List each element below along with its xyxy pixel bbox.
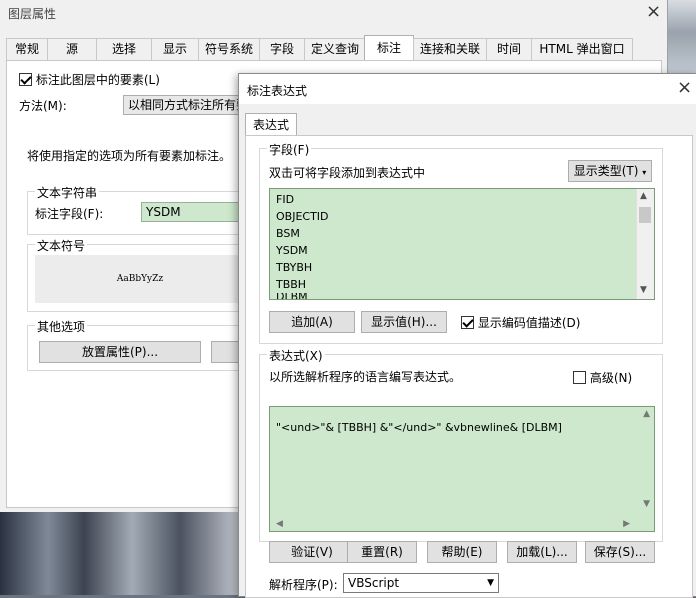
- list-item[interactable]: FID: [276, 193, 294, 206]
- advanced-label: 高级(N): [589, 371, 633, 385]
- label-features-label: 标注此图层中的要素(L): [35, 73, 160, 87]
- show-type-label: 显示类型(T): [573, 164, 639, 178]
- parser-dropdown[interactable]: VBScript ▼: [343, 573, 499, 593]
- load-button[interactable]: 加载(L)...: [507, 541, 577, 563]
- append-button[interactable]: 追加(A): [269, 311, 355, 333]
- tab-fields[interactable]: 字段: [259, 38, 305, 60]
- symbol-preview: AaBbYyZz: [35, 255, 245, 303]
- dialog-title: 标注表达式: [247, 84, 308, 98]
- label-features-checkbox-row[interactable]: 标注此图层中的要素(L): [19, 71, 160, 88]
- method-dropdown[interactable]: 以相同方式标注所有要: [123, 95, 249, 115]
- close-icon[interactable]: ×: [646, 3, 661, 21]
- expression-hint: 以所选解析程序的语言编写表达式。: [269, 370, 462, 384]
- tab-joins-relates[interactable]: 连接和关联: [413, 38, 487, 60]
- list-item[interactable]: DLBM: [276, 293, 308, 299]
- scroll-up-icon[interactable]: ▲: [640, 191, 647, 201]
- advanced-checkbox-row[interactable]: 高级(N): [573, 369, 632, 386]
- list-item[interactable]: BSM: [276, 227, 300, 240]
- scroll-down-icon[interactable]: ▼: [643, 499, 650, 509]
- verify-button[interactable]: 验证(V): [269, 541, 355, 563]
- scroll-thumb[interactable]: [639, 207, 651, 223]
- tab-symbology[interactable]: 符号系统: [198, 38, 260, 60]
- parser-label: 解析程序(P):: [269, 578, 338, 592]
- tab-general[interactable]: 常规: [6, 38, 48, 60]
- watermark: CSDN @yngsqq: [600, 572, 687, 585]
- show-coded-checkbox-row[interactable]: 显示编码值描述(D): [461, 314, 580, 331]
- expression-textarea[interactable]: "<und>"& [TBBH] &"</und>" &vbnewline& [D…: [269, 406, 655, 532]
- fields-hint: 双击可将字段添加到表达式中: [269, 166, 426, 180]
- show-type-button[interactable]: 显示类型(T) ▾: [568, 160, 652, 182]
- show-coded-label: 显示编码值描述(D): [477, 316, 581, 330]
- label-field-label: 标注字段(F):: [35, 207, 104, 221]
- info-text: 将使用指定的选项为所有要素加标注。: [27, 149, 232, 163]
- text-string-group-label: 文本字符串: [35, 184, 100, 201]
- fields-scrollbar[interactable]: ▲ ▼: [636, 189, 654, 299]
- expression-group-label: 表达式(X): [267, 347, 325, 364]
- advanced-checkbox[interactable]: [573, 371, 586, 384]
- save-button[interactable]: 保存(S)...: [585, 541, 655, 563]
- scroll-up-icon[interactable]: ▲: [643, 409, 650, 419]
- tab-display[interactable]: 显示: [151, 38, 199, 60]
- dialog-close-icon[interactable]: ×: [677, 79, 692, 97]
- label-expression-dialog: 标注表达式 × 表达式 字段(F) 双击可将字段添加到表达式中 显示类型(T) …: [238, 73, 696, 598]
- method-label: 方法(M):: [19, 99, 67, 113]
- show-coded-checkbox[interactable]: [461, 316, 474, 329]
- fields-group-label: 字段(F): [267, 141, 312, 158]
- label-features-checkbox[interactable]: [19, 73, 32, 86]
- chevron-down-icon: ▾: [642, 168, 647, 177]
- window-title: 图层属性: [8, 7, 57, 21]
- help-button[interactable]: 帮助(E): [427, 541, 497, 563]
- list-item[interactable]: YSDM: [276, 244, 308, 257]
- reset-button[interactable]: 重置(R): [347, 541, 417, 563]
- expression-text: "<und>"& [TBBH] &"</und>" &vbnewline& [D…: [276, 421, 562, 434]
- background-map-image: [0, 510, 240, 595]
- background-desktop-strip: [667, 0, 696, 80]
- placement-properties-button[interactable]: 放置属性(P)...: [39, 341, 201, 363]
- tab-definition-query[interactable]: 定义查询: [304, 38, 366, 60]
- dialog-titlebar: [239, 74, 696, 104]
- scroll-right-icon[interactable]: ▶: [623, 519, 630, 529]
- tab-time[interactable]: 时间: [486, 38, 532, 60]
- tab-html-popup[interactable]: HTML 弹出窗口: [531, 38, 633, 60]
- scroll-down-icon[interactable]: ▼: [640, 285, 647, 295]
- show-values-button[interactable]: 显示值(H)...: [361, 311, 447, 333]
- tab-expression[interactable]: 表达式: [245, 113, 297, 136]
- text-symbol-group-label: 文本符号: [35, 237, 88, 254]
- list-item[interactable]: TBYBH: [276, 261, 312, 274]
- tab-source[interactable]: 源: [47, 38, 97, 60]
- list-item[interactable]: OBJECTID: [276, 210, 329, 223]
- other-options-group-label: 其他选项: [35, 318, 88, 335]
- parser-value: VBScript: [348, 576, 400, 590]
- list-item[interactable]: TBBH: [276, 278, 306, 291]
- tab-labels[interactable]: 标注: [364, 35, 414, 61]
- fields-listbox[interactable]: FID OBJECTID BSM YSDM TBYBH TBBH DLBM ▲ …: [269, 188, 655, 300]
- label-field-dropdown[interactable]: YSDM: [141, 202, 243, 222]
- chevron-down-icon: ▼: [487, 578, 494, 588]
- scroll-left-icon[interactable]: ◀: [276, 519, 283, 529]
- tab-selection[interactable]: 选择: [96, 38, 152, 60]
